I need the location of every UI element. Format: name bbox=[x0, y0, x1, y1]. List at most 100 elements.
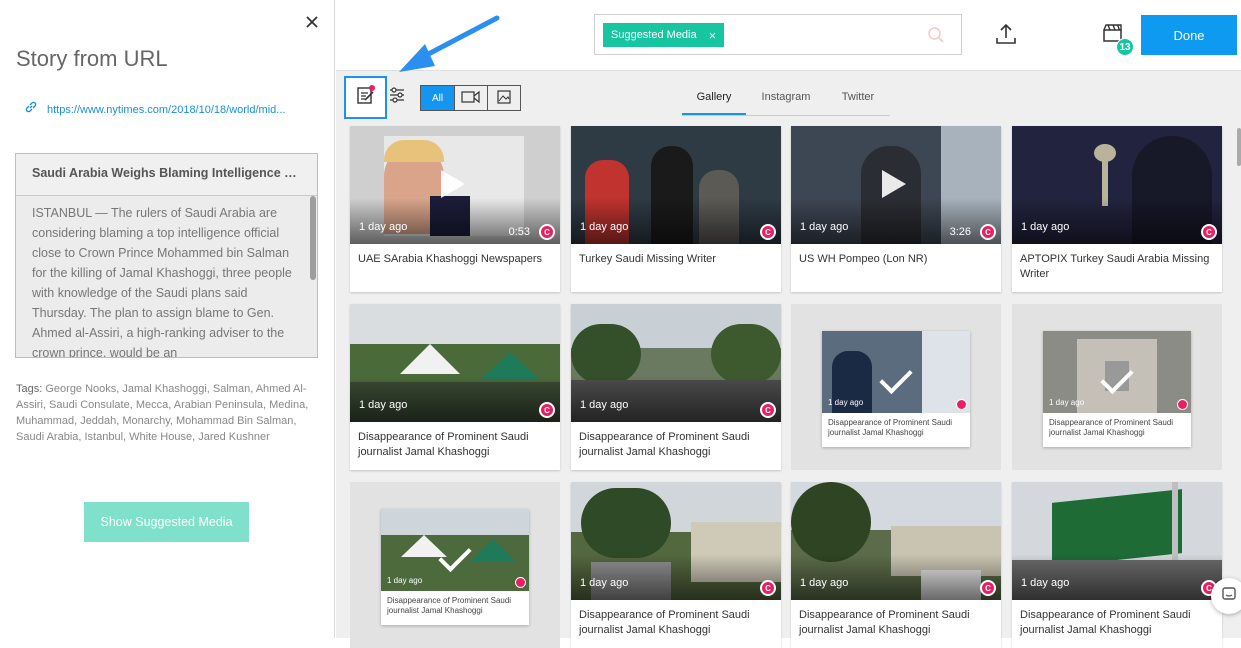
source-badge-icon: C bbox=[980, 224, 996, 240]
media-thumbnail: 1 day ago 3:26 C bbox=[791, 126, 1001, 244]
media-card[interactable]: 1 day ago C Turkey Saudi Missing Writer bbox=[571, 126, 781, 292]
media-caption: UAE SArabia Khashoggi Newspapers bbox=[358, 253, 543, 265]
source-badge-icon bbox=[515, 577, 526, 588]
selected-media-card[interactable]: 1 day ago Disappearance of Prominent Sau… bbox=[350, 482, 560, 648]
selected-media-card[interactable]: 1 day ago Disappearance of Prominent Sau… bbox=[1012, 304, 1222, 470]
media-card[interactable]: 1 day ago C Disappearance of Prominent S… bbox=[571, 304, 781, 470]
media-grid: 1 day ago 0:53 C UAE SArabia Khashoggi N… bbox=[350, 126, 1223, 648]
done-button[interactable]: Done bbox=[1141, 15, 1237, 55]
media-card[interactable]: 1 day ago C APTOPIX Turkey Saudi Arabia … bbox=[1012, 126, 1222, 292]
media-age: 1 day ago bbox=[580, 221, 629, 233]
video-icon bbox=[461, 90, 481, 107]
page-title: Story from URL bbox=[16, 46, 168, 71]
media-age: 1 day ago bbox=[800, 221, 849, 233]
play-icon bbox=[441, 170, 465, 198]
story-panel: Story from URL https://www.nytimes.com/2… bbox=[0, 0, 335, 638]
close-icon[interactable] bbox=[302, 12, 322, 32]
media-thumbnail: 1 day ago bbox=[1043, 331, 1191, 413]
media-caption: Disappearance of Prominent Saudi journal… bbox=[387, 596, 512, 615]
media-age: 1 day ago bbox=[580, 577, 629, 589]
story-url[interactable]: https://www.nytimes.com/2018/10/18/world… bbox=[24, 100, 305, 119]
chat-icon bbox=[1221, 586, 1237, 607]
media-card-mini: 1 day ago Disappearance of Prominent Sau… bbox=[822, 331, 970, 447]
selected-check-icon bbox=[879, 360, 913, 395]
grid-scrollbar[interactable] bbox=[1237, 128, 1241, 166]
chip-close-icon[interactable]: × bbox=[709, 28, 717, 43]
media-card[interactable]: 1 day ago C Disappearance of Prominent S… bbox=[350, 304, 560, 470]
media-caption: Turkey Saudi Missing Writer bbox=[579, 253, 716, 265]
media-thumbnail: 1 day ago C bbox=[571, 126, 781, 244]
top-bar: Suggested Media × 13 Done bbox=[336, 0, 1241, 71]
media-card-mini: 1 day ago Disappearance of Prominent Sau… bbox=[381, 509, 529, 625]
filter-settings-icon[interactable] bbox=[388, 86, 406, 109]
source-badge-icon bbox=[1177, 399, 1188, 410]
source-badge-icon: C bbox=[760, 224, 776, 240]
filter-image-button[interactable] bbox=[487, 86, 520, 110]
source-badge-icon bbox=[956, 399, 967, 410]
selected-check-icon bbox=[438, 538, 472, 573]
media-caption: Disappearance of Prominent Saudi journal… bbox=[799, 609, 970, 636]
tab-instagram[interactable]: Instagram bbox=[746, 86, 826, 115]
tags-label: Tags: bbox=[16, 383, 43, 395]
tab-twitter[interactable]: Twitter bbox=[826, 86, 890, 115]
media-age: 1 day ago bbox=[1049, 398, 1085, 407]
media-card[interactable]: 1 day ago C Disappearance of Prominent S… bbox=[1012, 482, 1222, 648]
media-thumbnail: 1 day ago C bbox=[571, 482, 781, 600]
media-caption: Disappearance of Prominent Saudi journal… bbox=[358, 431, 529, 458]
clip-count-badge: 13 bbox=[1116, 38, 1134, 56]
media-type-filter: All bbox=[420, 85, 521, 111]
media-card[interactable]: 1 day ago 3:26 C US WH Pompeo (Lon NR) bbox=[791, 126, 1001, 292]
source-badge-icon: C bbox=[760, 580, 776, 596]
media-thumbnail: 1 day ago C bbox=[791, 482, 1001, 600]
filter-all-button[interactable]: All bbox=[421, 86, 454, 110]
selected-media-card[interactable]: 1 day ago Disappearance of Prominent Sau… bbox=[791, 304, 1001, 470]
media-card[interactable]: 1 day ago C Disappearance of Prominent S… bbox=[571, 482, 781, 648]
media-thumbnail: 1 day ago C bbox=[1012, 126, 1222, 244]
edit-button[interactable] bbox=[344, 76, 387, 119]
article-preview: Saudi Arabia Weighs Blaming Intelligence… bbox=[15, 153, 318, 358]
chat-button[interactable] bbox=[1211, 578, 1241, 614]
media-caption: Disappearance of Prominent Saudi journal… bbox=[828, 418, 953, 437]
article-body: ISTANBUL — The rulers of Saudi Arabia ar… bbox=[32, 206, 292, 357]
search-icon[interactable] bbox=[927, 26, 945, 49]
media-age: 1 day ago bbox=[359, 221, 408, 233]
source-badge-icon: C bbox=[760, 402, 776, 418]
show-suggested-media-button[interactable]: Show Suggested Media bbox=[84, 502, 249, 542]
media-card-mini: 1 day ago Disappearance of Prominent Sau… bbox=[1043, 331, 1191, 447]
media-area: Suggested Media × 13 Done All Gallery In… bbox=[336, 0, 1241, 648]
source-tabs: Gallery Instagram Twitter bbox=[682, 86, 890, 116]
upload-icon[interactable] bbox=[994, 22, 1018, 51]
media-age: 1 day ago bbox=[1021, 221, 1070, 233]
clapperboard-button[interactable]: 13 bbox=[1102, 22, 1134, 56]
media-thumbnail: 1 day ago C bbox=[571, 304, 781, 422]
media-caption: Disappearance of Prominent Saudi journal… bbox=[1020, 609, 1191, 636]
media-thumbnail: 1 day ago 0:53 C bbox=[350, 126, 560, 244]
tab-gallery[interactable]: Gallery bbox=[682, 86, 746, 115]
media-thumbnail: 1 day ago C bbox=[1012, 482, 1222, 600]
source-badge-icon: C bbox=[539, 402, 555, 418]
edit-icon bbox=[355, 84, 377, 111]
media-caption: Disappearance of Prominent Saudi journal… bbox=[579, 431, 750, 458]
source-badge-icon: C bbox=[980, 580, 996, 596]
media-age: 1 day ago bbox=[1021, 577, 1070, 589]
media-age: 1 day ago bbox=[359, 399, 408, 411]
media-thumbnail: 1 day ago bbox=[822, 331, 970, 413]
media-card[interactable]: 1 day ago 0:53 C UAE SArabia Khashoggi N… bbox=[350, 126, 560, 292]
suggested-media-chip[interactable]: Suggested Media × bbox=[603, 23, 725, 47]
link-icon bbox=[24, 100, 38, 119]
source-badge-icon: C bbox=[1201, 224, 1217, 240]
story-url-text[interactable]: https://www.nytimes.com/2018/10/18/world… bbox=[47, 104, 305, 116]
media-age: 1 day ago bbox=[387, 576, 423, 585]
media-duration: 0:53 bbox=[508, 226, 530, 238]
media-thumbnail: 1 day ago C bbox=[350, 304, 560, 422]
media-card[interactable]: 1 day ago C Disappearance of Prominent S… bbox=[791, 482, 1001, 648]
media-age: 1 day ago bbox=[828, 398, 864, 407]
media-age: 1 day ago bbox=[800, 577, 849, 589]
search-input[interactable]: Suggested Media × bbox=[594, 14, 962, 55]
article-headline: Saudi Arabia Weighs Blaming Intelligence… bbox=[16, 154, 317, 196]
article-scrollbar[interactable] bbox=[310, 196, 316, 280]
tags-list: Tags: George Nooks, Jamal Khashoggi, Sal… bbox=[16, 381, 316, 445]
media-duration: 3:26 bbox=[949, 226, 971, 238]
filter-video-button[interactable] bbox=[454, 86, 487, 110]
image-icon bbox=[497, 89, 511, 107]
